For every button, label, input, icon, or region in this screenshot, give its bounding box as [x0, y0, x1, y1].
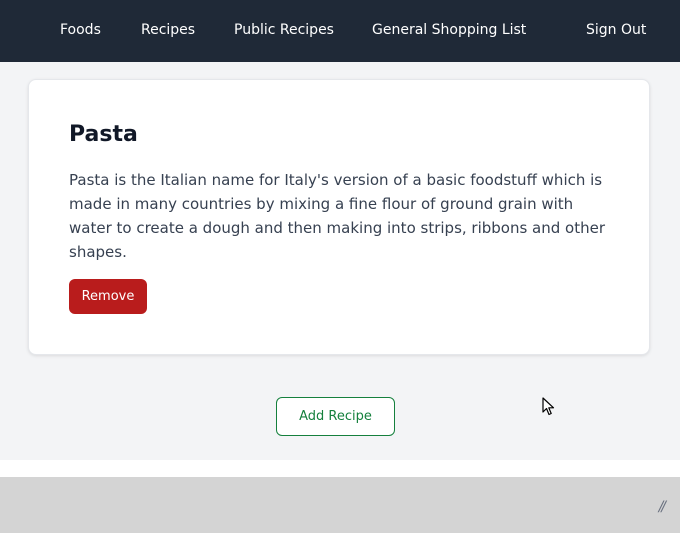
nav-link-general-shopping-list[interactable]: General Shopping List	[372, 21, 526, 39]
add-recipe-button[interactable]: Add Recipe	[276, 397, 395, 436]
nav-link-public-recipes[interactable]: Public Recipes	[234, 21, 334, 39]
nav-link-foods[interactable]: Foods	[60, 21, 101, 39]
resize-grip-icon[interactable]: //	[659, 499, 667, 515]
page: Foods Recipes Public Recipes General Sho…	[0, 0, 680, 533]
window-bottom-area: //	[0, 477, 680, 533]
recipe-title: Pasta	[69, 122, 138, 147]
recipe-card: Pasta Pasta is the Italian name for Ital…	[28, 79, 650, 355]
nav-link-recipes[interactable]: Recipes	[141, 21, 195, 39]
mouse-pointer-icon	[542, 397, 555, 416]
remove-recipe-button[interactable]: Remove	[69, 279, 147, 314]
page-bottom-band	[0, 460, 680, 477]
recipe-description: Pasta is the Italian name for Italy's ve…	[69, 171, 606, 261]
top-navbar: Foods Recipes Public Recipes General Sho…	[0, 0, 680, 62]
nav-link-sign-out[interactable]: Sign Out	[586, 21, 646, 39]
